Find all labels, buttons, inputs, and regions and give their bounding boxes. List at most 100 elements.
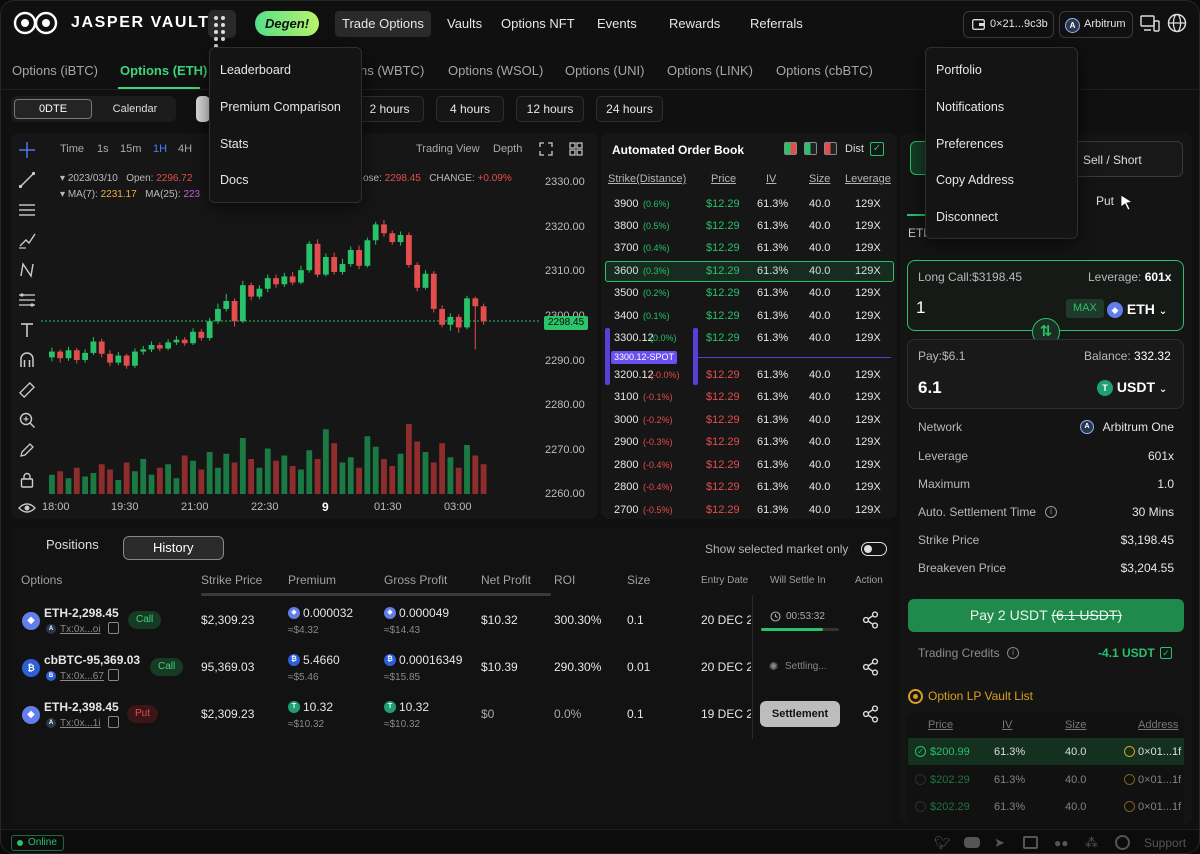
- candle-body[interactable]: [430, 273, 437, 309]
- candle-body[interactable]: [65, 350, 72, 359]
- copy-icon[interactable]: [108, 622, 119, 634]
- magnet-icon[interactable]: [18, 351, 36, 369]
- menu-item-preferences[interactable]: Preferences: [936, 137, 1003, 151]
- view-both-icon[interactable]: [784, 142, 797, 155]
- candle-body[interactable]: [439, 308, 445, 325]
- nav-events[interactable]: Events: [590, 11, 644, 37]
- expiry-option-selected[interactable]: [196, 96, 210, 122]
- depth-toggle[interactable]: Depth: [493, 143, 522, 155]
- medium-icon[interactable]: ●●: [1054, 836, 1069, 850]
- candle-body[interactable]: [198, 331, 205, 338]
- tab-market-wsol[interactable]: Options (WSOL): [448, 63, 543, 78]
- vault-radio[interactable]: [915, 801, 926, 812]
- device-icon[interactable]: [1140, 15, 1160, 33]
- network-icon[interactable]: ⁂: [1085, 835, 1098, 851]
- order-book-row[interactable]: 2800 (-0.4%) $12.29 61.3% 40.0 129X: [606, 477, 893, 497]
- ruler-icon[interactable]: [18, 381, 36, 399]
- timeframe-15m[interactable]: 15m: [120, 143, 141, 155]
- expiry-calendar-button[interactable]: Calendar: [96, 99, 174, 119]
- ob-header-leverage[interactable]: Leverage: [845, 173, 891, 185]
- amount-input[interactable]: [916, 297, 1016, 319]
- tab-positions[interactable]: Positions: [46, 537, 99, 552]
- expiry-12-hours[interactable]: 12 hours: [516, 96, 584, 122]
- pay-amount[interactable]: 6.1: [918, 378, 942, 398]
- globe-icon[interactable]: [1167, 13, 1187, 33]
- ob-header-price[interactable]: Price: [711, 173, 736, 185]
- candle-body[interactable]: [405, 235, 412, 265]
- support-link[interactable]: Support: [1144, 836, 1186, 850]
- horizontal-lines-icon[interactable]: [18, 201, 36, 219]
- candle-body[interactable]: [306, 243, 313, 271]
- candle-body[interactable]: [190, 331, 196, 344]
- menu-item-stats[interactable]: Stats: [220, 137, 249, 151]
- info-icon[interactable]: i: [1007, 647, 1019, 659]
- menu-item-portfolio[interactable]: Portfolio: [936, 63, 982, 77]
- pattern-icon[interactable]: [18, 261, 36, 279]
- candle-body[interactable]: [339, 264, 346, 272]
- order-book-row[interactable]: 3400 (0.1%) $12.29 61.3% 40.0 129X: [606, 306, 893, 326]
- timeframe-1h[interactable]: 1H: [153, 143, 167, 155]
- menu-item-docs[interactable]: Docs: [220, 173, 248, 187]
- pay-button[interactable]: Pay 2 USDT (6.1 USDT): [908, 599, 1184, 632]
- vault-address[interactable]: 0×01...1f: [1138, 774, 1181, 786]
- ob-header-iv[interactable]: IV: [766, 173, 776, 185]
- apps-menu-button[interactable]: [208, 10, 236, 48]
- globe-icon[interactable]: [1115, 835, 1130, 850]
- order-book-row[interactable]: 3900 (0.6%) $12.29 61.3% 40.0 129X: [606, 194, 893, 214]
- nav-trade-options[interactable]: Trade Options: [335, 11, 431, 37]
- candle-body[interactable]: [107, 353, 113, 363]
- sell-short-tab[interactable]: Sell / Short: [1083, 153, 1142, 167]
- candle-body[interactable]: [248, 285, 255, 297]
- pencil-icon[interactable]: [18, 441, 36, 459]
- candle-body[interactable]: [206, 321, 213, 338]
- timeframe-time[interactable]: Time: [60, 143, 84, 155]
- order-book-row[interactable]: 3200.12 (-0.0%) $12.29 61.3% 40.0 129X: [606, 365, 893, 385]
- candle-body[interactable]: [215, 308, 221, 322]
- tab-market-wbtc[interactable]: ns (WBTC): [360, 63, 424, 78]
- timeframe-4h[interactable]: 4H: [178, 143, 192, 155]
- copy-icon[interactable]: [108, 669, 119, 681]
- pay-asset-selector[interactable]: T USDT ⌄: [1097, 377, 1167, 397]
- vault-radio[interactable]: ✓: [915, 746, 926, 757]
- order-book-row[interactable]: 3800 (0.5%) $12.29 61.3% 40.0 129X: [606, 216, 893, 236]
- candle-body[interactable]: [314, 243, 321, 275]
- order-book-row[interactable]: 3700 (0.4%) $12.29 61.3% 40.0 129X: [606, 238, 893, 258]
- fib-icon[interactable]: [18, 291, 36, 309]
- expiry-2-hours[interactable]: 2 hours: [355, 96, 424, 122]
- put-tab[interactable]: Put: [1096, 194, 1114, 208]
- twitter-icon[interactable]: 🐦︎: [934, 835, 951, 851]
- brand-logo[interactable]: JASPER VAULT: [13, 11, 210, 35]
- candle-body[interactable]: [381, 224, 387, 234]
- candle-body[interactable]: [49, 351, 55, 358]
- discord-icon[interactable]: [964, 837, 980, 848]
- settlement-button[interactable]: Settlement: [760, 701, 840, 727]
- dist-checkbox[interactable]: ✓: [870, 142, 884, 156]
- order-book-row[interactable]: 3300.12 (0.0%) $12.29 61.3% 40.0 129X: [606, 328, 893, 348]
- candle-body[interactable]: [281, 276, 288, 285]
- trading-view-toggle[interactable]: Trading View: [416, 143, 480, 155]
- share-icon[interactable]: [862, 611, 880, 629]
- credits-checkbox[interactable]: ✓: [1160, 647, 1172, 659]
- candle-body[interactable]: [289, 276, 296, 283]
- tab-market-ibtc[interactable]: Options (iBTC): [12, 63, 98, 78]
- candle-body[interactable]: [264, 278, 271, 289]
- expiry-0dte-button[interactable]: 0DTE: [14, 99, 92, 119]
- candle-body[interactable]: [389, 233, 396, 243]
- nav-vaults[interactable]: Vaults: [440, 11, 489, 37]
- candle-body[interactable]: [181, 339, 188, 344]
- candle-body[interactable]: [256, 288, 263, 297]
- candle-body[interactable]: [173, 339, 180, 343]
- candle-body[interactable]: [298, 270, 304, 283]
- tx-link[interactable]: Tx:0x...67: [60, 671, 104, 682]
- menu-item-copy-address[interactable]: Copy Address: [936, 173, 1014, 187]
- expiry-24-hours[interactable]: 24 hours: [596, 96, 663, 122]
- nav-options-nft[interactable]: Options NFT: [494, 11, 582, 37]
- text-tool-icon[interactable]: [18, 321, 36, 339]
- candle-body[interactable]: [98, 341, 105, 354]
- candle-body[interactable]: [364, 240, 371, 266]
- candle-body[interactable]: [115, 355, 122, 363]
- vault-address[interactable]: 0×01...1f: [1138, 801, 1181, 813]
- candle-body[interactable]: [231, 301, 238, 322]
- timeframe-1s[interactable]: 1s: [97, 143, 109, 155]
- vault-radio[interactable]: [915, 774, 926, 785]
